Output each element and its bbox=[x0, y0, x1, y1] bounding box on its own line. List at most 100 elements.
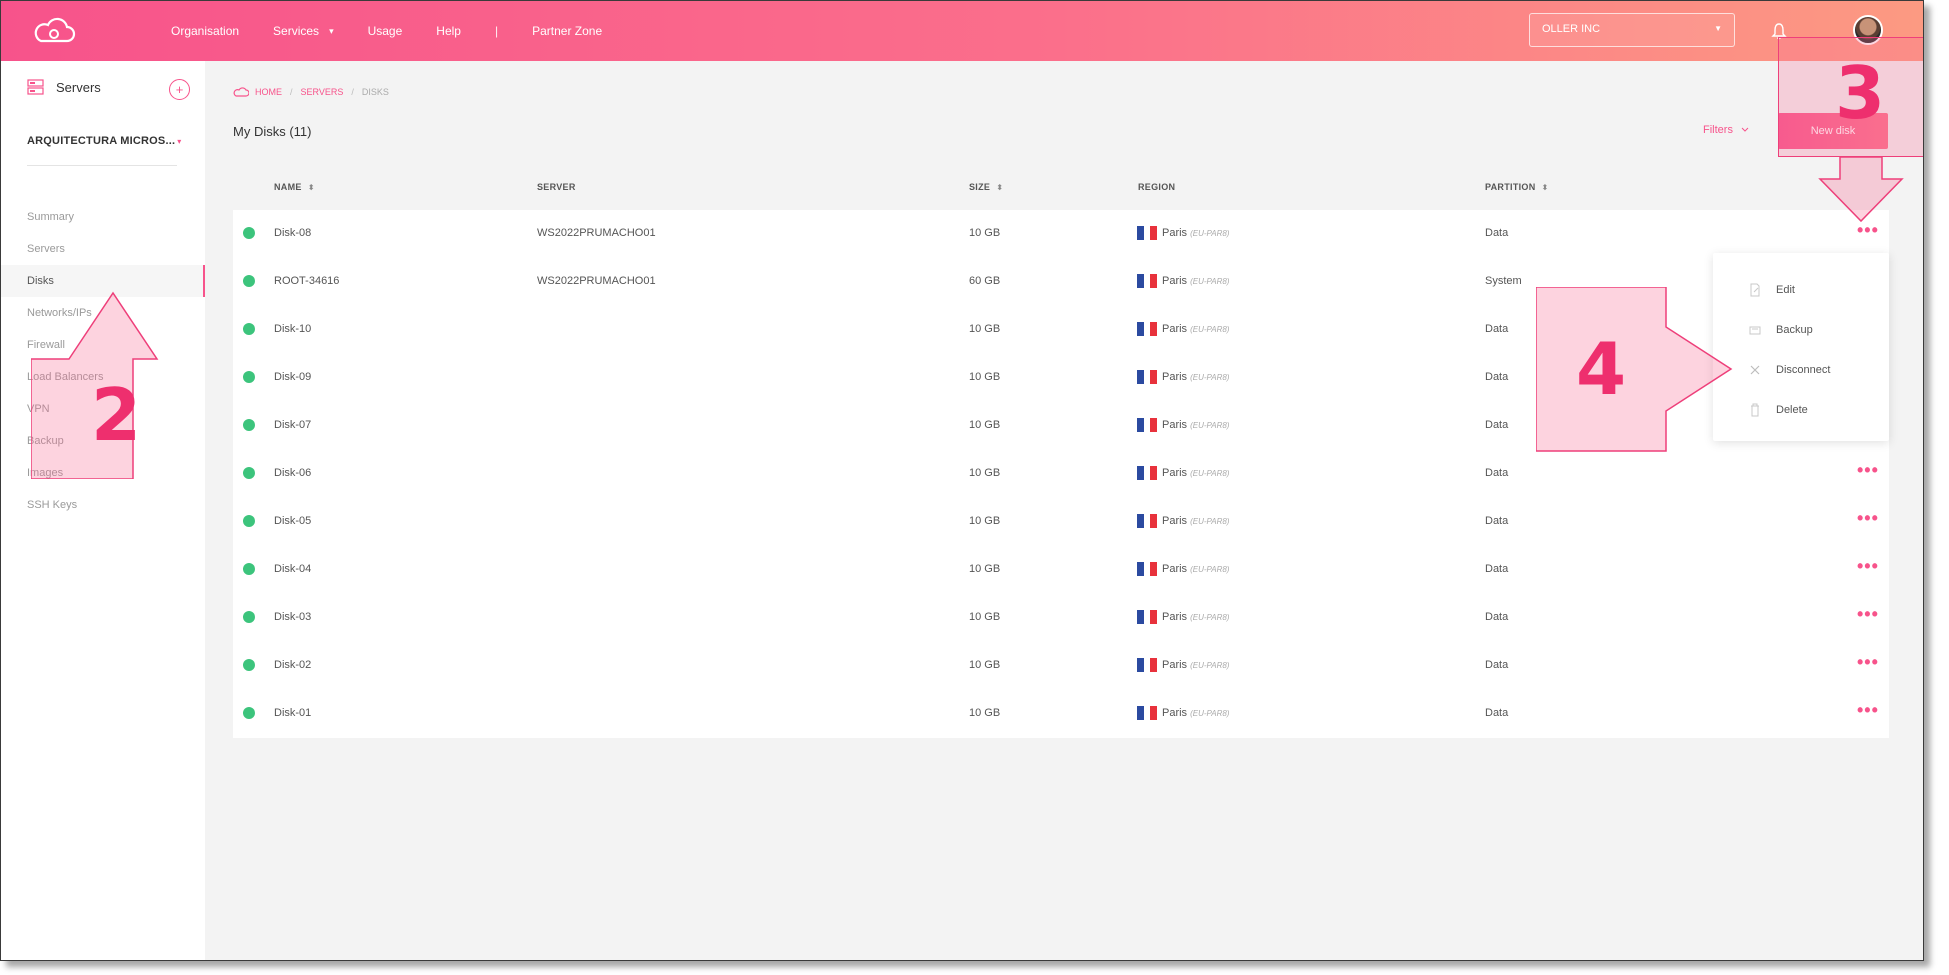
flag-france-icon bbox=[1137, 322, 1158, 336]
nav-organisation[interactable]: Organisation bbox=[171, 24, 239, 38]
table-row[interactable]: Disk-08 WS2022PRUMACHO01 10 GB Paris (EU-PAR… bbox=[233, 210, 1889, 258]
table-row[interactable]: Disk-01 10 GB Paris (EU-PAR8) Data ••• bbox=[233, 690, 1889, 738]
disk-name[interactable]: Disk-06 bbox=[274, 467, 311, 479]
region-city: Paris bbox=[1162, 563, 1188, 575]
menu-item-label: Edit bbox=[1776, 284, 1795, 296]
project-name: ARQUITECTURA MICROS... bbox=[27, 135, 176, 147]
region-code: (EU-PAR8) bbox=[1190, 517, 1230, 526]
nav-help[interactable]: Help bbox=[436, 24, 461, 38]
annotation-number: 4 bbox=[1576, 327, 1627, 411]
disk-name[interactable]: ROOT-34616 bbox=[274, 275, 339, 287]
filters-button[interactable]: Filters bbox=[1703, 124, 1749, 136]
disk-server: WS2022PRUMACHO01 bbox=[537, 275, 656, 287]
nav-partner-zone[interactable]: Partner Zone bbox=[532, 24, 602, 38]
column-header-name[interactable]: NAME ⬍ bbox=[274, 182, 315, 192]
table-row[interactable]: Disk-05 10 GB Paris (EU-PAR8) Data ••• bbox=[233, 498, 1889, 546]
column-header-partition[interactable]: PARTITION ⬍ bbox=[1485, 182, 1549, 192]
disk-name[interactable]: Disk-07 bbox=[274, 419, 311, 431]
menu-item-edit[interactable]: Edit bbox=[1713, 277, 1889, 305]
table-row[interactable]: Disk-02 10 GB Paris (EU-PAR8) Data ••• bbox=[233, 642, 1889, 690]
region-code: (EU-PAR8) bbox=[1190, 613, 1230, 622]
table-row[interactable]: Disk-03 10 GB Paris (EU-PAR8) Data ••• bbox=[233, 594, 1889, 642]
sidebar-header: Servers bbox=[27, 79, 101, 96]
nav-usage[interactable]: Usage bbox=[368, 24, 403, 38]
nav-services-label: Services bbox=[273, 24, 320, 38]
menu-item-disconnect[interactable]: Disconnect bbox=[1713, 357, 1889, 385]
disk-region: Paris (EU-PAR8) bbox=[1162, 707, 1229, 719]
breadcrumb: HOME / SERVERS / DISKS bbox=[233, 87, 389, 97]
more-actions-icon[interactable]: ••• bbox=[1857, 604, 1879, 625]
menu-item-delete[interactable]: Delete bbox=[1713, 397, 1889, 425]
chevron-down-icon bbox=[1741, 127, 1749, 132]
disk-region: Paris (EU-PAR8) bbox=[1162, 467, 1229, 479]
annotation-arrow-down bbox=[1818, 157, 1904, 223]
more-actions-icon[interactable]: ••• bbox=[1857, 220, 1879, 241]
cloud-logo-icon[interactable] bbox=[31, 17, 77, 45]
main-nav: Organisation Services ▾ Usage Help | Par… bbox=[171, 1, 636, 61]
breadcrumb-servers[interactable]: SERVERS bbox=[301, 87, 344, 97]
disk-size: 10 GB bbox=[969, 611, 1001, 623]
menu-item-backup[interactable]: Backup bbox=[1713, 317, 1889, 345]
sidebar: Servers + ARQUITECTURA MICROS... ▾ Summar… bbox=[1, 61, 205, 960]
organisation-select[interactable]: OLLER INC ▼ bbox=[1529, 13, 1735, 47]
chevron-down-icon: ▼ bbox=[1714, 24, 1722, 33]
table-row[interactable]: Disk-04 10 GB Paris (EU-PAR8) Data ••• bbox=[233, 546, 1889, 594]
more-actions-icon[interactable]: ••• bbox=[1857, 508, 1879, 529]
region-code: (EU-PAR8) bbox=[1190, 325, 1230, 334]
status-online-icon bbox=[243, 419, 255, 431]
disk-partition: Data bbox=[1485, 659, 1509, 671]
disk-size: 10 GB bbox=[969, 371, 1001, 383]
disk-name[interactable]: Disk-03 bbox=[274, 611, 311, 623]
flag-france-icon bbox=[1137, 466, 1158, 480]
disk-size: 10 GB bbox=[969, 227, 1001, 239]
sidebar-title: Servers bbox=[56, 80, 101, 95]
breadcrumb-home[interactable]: HOME bbox=[255, 87, 282, 97]
disk-name[interactable]: Disk-08 bbox=[274, 227, 311, 239]
column-header-size[interactable]: SIZE ⬍ bbox=[969, 182, 1003, 192]
flag-france-icon bbox=[1137, 226, 1158, 240]
region-code: (EU-PAR8) bbox=[1190, 277, 1230, 286]
disk-name[interactable]: Disk-02 bbox=[274, 659, 311, 671]
region-city: Paris bbox=[1162, 323, 1188, 335]
backup-icon bbox=[1749, 326, 1761, 335]
sidebar-item-ssh-keys[interactable]: SSH Keys bbox=[1, 489, 205, 521]
disk-partition: Data bbox=[1485, 227, 1509, 239]
filters-label: Filters bbox=[1703, 124, 1733, 136]
flag-france-icon bbox=[1137, 370, 1158, 384]
disk-region: Paris (EU-PAR8) bbox=[1162, 563, 1229, 575]
disk-name[interactable]: Disk-01 bbox=[274, 707, 311, 719]
chevron-down-icon: ▾ bbox=[329, 25, 334, 36]
project-selector[interactable]: ARQUITECTURA MICROS... ▾ bbox=[27, 135, 181, 147]
disk-size: 10 GB bbox=[969, 467, 1001, 479]
disk-name[interactable]: Disk-05 bbox=[274, 515, 311, 527]
region-city: Paris bbox=[1162, 419, 1188, 431]
column-name-label: NAME bbox=[274, 182, 302, 192]
region-code: (EU-PAR8) bbox=[1190, 421, 1230, 430]
disk-name[interactable]: Disk-10 bbox=[274, 323, 311, 335]
sort-icon: ⬍ bbox=[996, 183, 1004, 192]
more-actions-icon[interactable]: ••• bbox=[1857, 556, 1879, 577]
disk-name[interactable]: Disk-04 bbox=[274, 563, 311, 575]
disk-partition: Data bbox=[1485, 467, 1509, 479]
more-actions-icon[interactable]: ••• bbox=[1857, 652, 1879, 673]
region-code: (EU-PAR8) bbox=[1190, 709, 1230, 718]
status-online-icon bbox=[243, 227, 255, 239]
column-size-label: SIZE bbox=[969, 182, 991, 192]
nav-services[interactable]: Services ▾ bbox=[273, 24, 334, 38]
column-header-region: REGION bbox=[1138, 182, 1176, 192]
disk-region: Paris (EU-PAR8) bbox=[1162, 275, 1229, 287]
disk-partition: System bbox=[1485, 275, 1522, 287]
more-actions-icon[interactable]: ••• bbox=[1857, 460, 1879, 481]
add-server-button[interactable]: + bbox=[169, 79, 190, 100]
more-actions-icon[interactable]: ••• bbox=[1857, 700, 1879, 721]
disk-name[interactable]: Disk-09 bbox=[274, 371, 311, 383]
table-row[interactable]: Disk-06 10 GB Paris (EU-PAR8) Data ••• bbox=[233, 450, 1889, 498]
disk-size: 10 GB bbox=[969, 515, 1001, 527]
status-online-icon bbox=[243, 515, 255, 527]
sidebar-item-summary[interactable]: Summary bbox=[1, 201, 205, 233]
region-city: Paris bbox=[1162, 707, 1188, 719]
cloud-home-icon[interactable] bbox=[233, 87, 249, 97]
region-code: (EU-PAR8) bbox=[1190, 469, 1230, 478]
disk-partition: Data bbox=[1485, 563, 1509, 575]
sidebar-item-servers[interactable]: Servers bbox=[1, 233, 205, 265]
